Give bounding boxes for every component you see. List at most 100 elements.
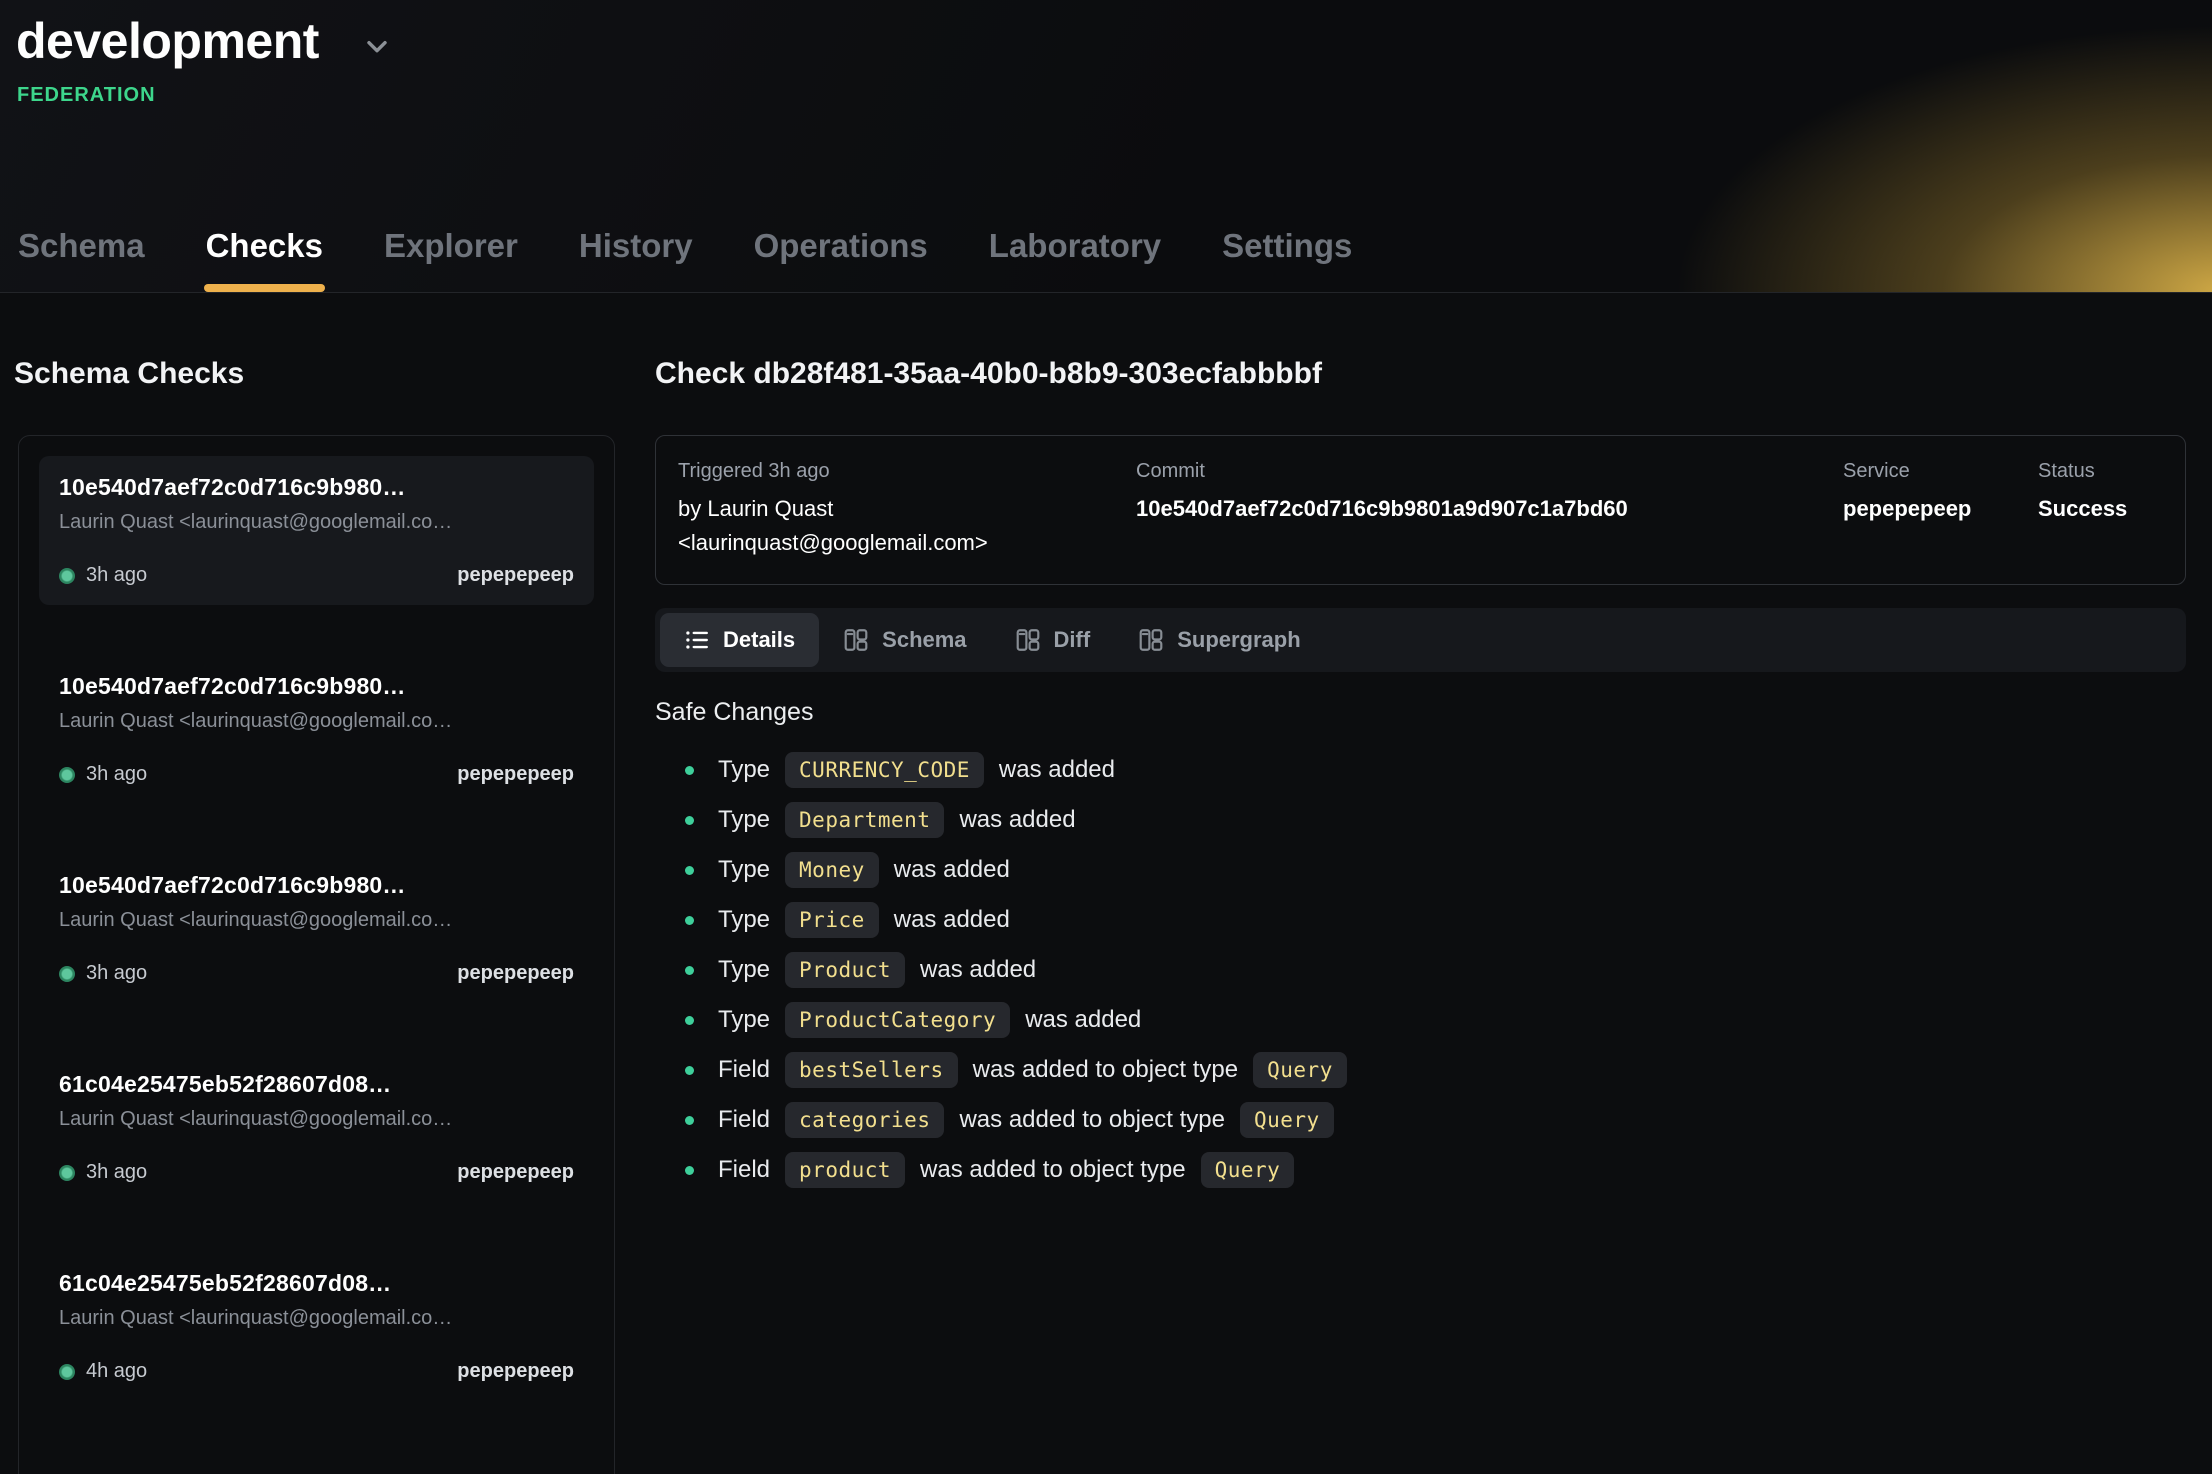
bullet-icon — [685, 916, 694, 925]
change-code2-chip: Query — [1201, 1152, 1295, 1188]
main-nav-tab[interactable]: Laboratory — [987, 227, 1163, 292]
columns-icon — [843, 627, 869, 653]
success-dot-icon — [59, 966, 75, 982]
check-author: Laurin Quast <laurinquast@googlemail.co… — [59, 710, 574, 733]
check-list-item[interactable]: 10e540d7aef72c0d716c9b980… Laurin Quast … — [39, 655, 594, 804]
change-suffix: was added to object type — [959, 1106, 1225, 1134]
check-time: 3h ago — [86, 564, 147, 587]
main-nav-tab[interactable]: Schema — [16, 227, 147, 292]
summary-status: Status Success — [2038, 458, 2163, 560]
checks-list: 10e540d7aef72c0d716c9b980… Laurin Quast … — [18, 435, 615, 1474]
check-author: Laurin Quast <laurinquast@googlemail.co… — [59, 909, 574, 932]
change-code-chip: Money — [785, 852, 879, 888]
change-suffix: was added — [920, 956, 1036, 984]
project-header: development FEDERATION Schema Checks Exp… — [0, 0, 2212, 293]
safe-changes-list: Type CURRENCY_CODE was added Type Depart… — [655, 745, 2186, 1195]
summary-triggered-email: <laurinquast@googlemail.com> — [678, 526, 1136, 560]
change-prefix: Type — [718, 806, 770, 834]
change-suffix: was added — [1025, 1006, 1141, 1034]
chevron-down-icon[interactable] — [361, 30, 393, 62]
change-item: Field bestSellers was added to object ty… — [655, 1045, 2186, 1095]
check-meta-row: 3h ago pepepepeep — [59, 763, 574, 786]
summary-status-label: Status — [2038, 458, 2163, 484]
success-dot-icon — [59, 767, 75, 783]
change-suffix: was added to object type — [920, 1156, 1186, 1184]
check-list-item[interactable]: 61c04e25475eb52f28607d08… Laurin Quast <… — [39, 1053, 594, 1202]
change-code-chip: product — [785, 1152, 905, 1188]
change-prefix: Type — [718, 1006, 770, 1034]
main-nav-tab-label: Explorer — [384, 227, 518, 264]
check-summary-card: Triggered 3h ago by Laurin Quast <laurin… — [655, 435, 2186, 585]
change-code2-chip: Query — [1253, 1052, 1347, 1088]
main-nav-tab[interactable]: Operations — [752, 227, 930, 292]
change-code-chip: CURRENCY_CODE — [785, 752, 984, 788]
summary-service-value: pepepepeep — [1843, 492, 2038, 526]
check-service: pepepepeep — [457, 564, 574, 587]
summary-commit: Commit 10e540d7aef72c0d716c9b9801a9d907c… — [1136, 458, 1843, 560]
check-service: pepepepeep — [457, 763, 574, 786]
check-hash: 10e540d7aef72c0d716c9b980… — [59, 673, 574, 700]
change-code2-chip: Query — [1240, 1102, 1334, 1138]
change-code-chip: categories — [785, 1102, 944, 1138]
summary-triggered-label: Triggered 3h ago — [678, 458, 1136, 484]
check-view-tab[interactable]: Schema — [819, 613, 990, 667]
safe-changes-title: Safe Changes — [655, 698, 2186, 727]
summary-service: Service pepepepeep — [1843, 458, 2038, 560]
sidebar-title: Schema Checks — [14, 357, 655, 391]
success-dot-icon — [59, 1364, 75, 1380]
check-view-tab[interactable]: Supergraph — [1114, 613, 1324, 667]
check-list-item[interactable]: 10e540d7aef72c0d716c9b980… Laurin Quast … — [39, 854, 594, 1003]
check-view-tab-label: Details — [723, 627, 795, 653]
change-code-chip: Department — [785, 802, 944, 838]
summary-triggered-by: by Laurin Quast — [678, 492, 1136, 526]
summary-triggered: Triggered 3h ago by Laurin Quast <laurin… — [678, 458, 1136, 560]
change-prefix: Field — [718, 1106, 770, 1134]
change-item: Type Product was added — [655, 945, 2186, 995]
change-prefix: Field — [718, 1156, 770, 1184]
check-list-item[interactable]: 10e540d7aef72c0d716c9b980… Laurin Quast … — [39, 456, 594, 605]
change-item: Type ProductCategory was added — [655, 995, 2186, 1045]
success-dot-icon — [59, 568, 75, 584]
federation-badge: FEDERATION — [17, 84, 2212, 107]
bullet-icon — [685, 1166, 694, 1175]
bullet-icon — [685, 866, 694, 875]
check-view-tab-label: Supergraph — [1177, 627, 1300, 653]
summary-status-value: Success — [2038, 492, 2163, 526]
main-nav-tab-label: Checks — [206, 227, 323, 264]
change-item: Field product was added to object type Q… — [655, 1145, 2186, 1195]
change-item: Field categories was added to object typ… — [655, 1095, 2186, 1145]
change-prefix: Field — [718, 1056, 770, 1084]
app-root: development FEDERATION Schema Checks Exp… — [0, 0, 2212, 1474]
change-suffix: was added — [894, 906, 1010, 934]
main-nav-tabs: Schema Checks Explorer History — [16, 227, 1354, 292]
check-view-tabs: Details Schema Diff Supergraph — [655, 608, 2186, 672]
change-prefix: Type — [718, 756, 770, 784]
check-list-item[interactable]: 61c04e25475eb52f28607d08… Laurin Quast <… — [39, 1252, 594, 1401]
project-name[interactable]: development — [16, 12, 319, 70]
check-hash: 61c04e25475eb52f28607d08… — [59, 1270, 574, 1297]
main-nav-tab[interactable]: History — [577, 227, 695, 292]
summary-commit-value: 10e540d7aef72c0d716c9b9801a9d907c1a7bd60 — [1136, 492, 1843, 526]
check-author: Laurin Quast <laurinquast@googlemail.co… — [59, 1307, 574, 1330]
check-service: pepepepeep — [457, 1161, 574, 1184]
change-prefix: Type — [718, 856, 770, 884]
change-suffix: was added — [999, 756, 1115, 784]
change-prefix: Type — [718, 956, 770, 984]
check-meta-row: 3h ago pepepepeep — [59, 962, 574, 985]
check-meta-row: 3h ago pepepepeep — [59, 1161, 574, 1184]
check-view-tab[interactable]: Diff — [991, 613, 1115, 667]
check-time: 3h ago — [86, 962, 147, 985]
check-author: Laurin Quast <laurinquast@googlemail.co… — [59, 1108, 574, 1131]
check-author: Laurin Quast <laurinquast@googlemail.co… — [59, 511, 574, 534]
bullet-icon — [685, 816, 694, 825]
main-nav-tab[interactable]: Settings — [1220, 227, 1354, 292]
check-view-tab[interactable]: Details — [660, 613, 819, 667]
main-nav-tab[interactable]: Checks — [204, 227, 325, 292]
bullet-icon — [685, 766, 694, 775]
bullet-icon — [685, 1016, 694, 1025]
columns-icon — [1015, 627, 1041, 653]
project-title-row: development — [0, 0, 2212, 70]
check-detail-panel: Check db28f481-35aa-40b0-b8b9-303ecfabbb… — [655, 357, 2212, 1195]
main-nav-tab[interactable]: Explorer — [382, 227, 520, 292]
change-suffix: was added — [894, 856, 1010, 884]
